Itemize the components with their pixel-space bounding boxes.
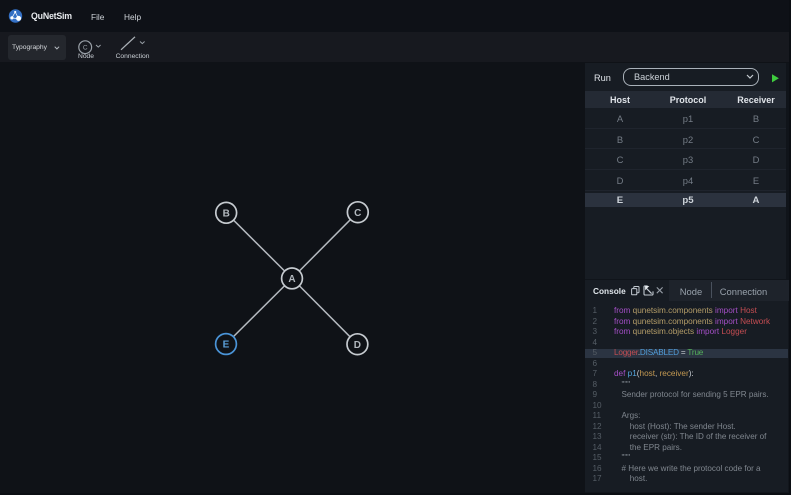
svg-text:E: E <box>223 340 230 351</box>
svg-text:C: C <box>354 208 361 219</box>
svg-text:D: D <box>354 340 361 351</box>
svg-text:A: A <box>288 274 295 285</box>
svg-text:C: C <box>83 45 88 52</box>
svg-text:B: B <box>223 208 230 219</box>
